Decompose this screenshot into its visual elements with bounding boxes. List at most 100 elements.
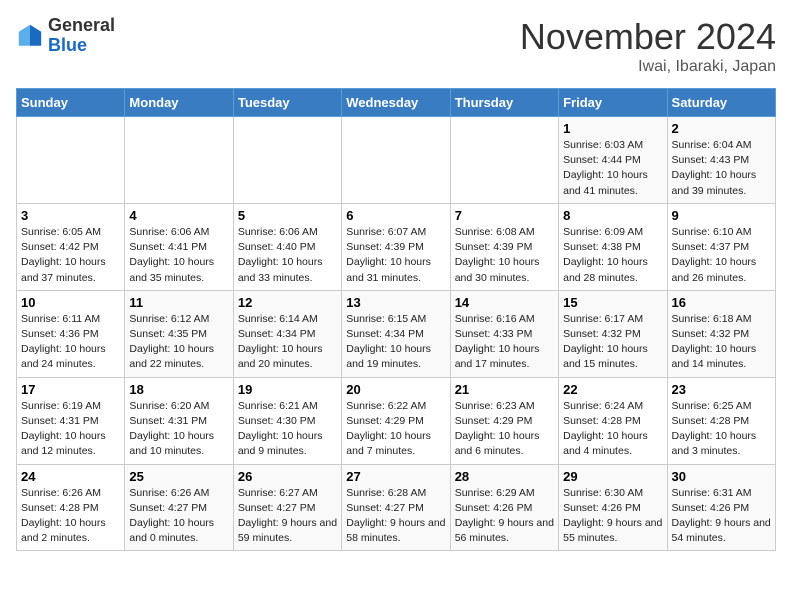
day-number: 21 — [455, 382, 554, 397]
calendar-week-5: 24Sunrise: 6:26 AM Sunset: 4:28 PM Dayli… — [17, 464, 776, 551]
calendar-week-4: 17 Sunrise: 6:19 AM Sunset: 4:31 PM Dayli… — [17, 377, 776, 464]
day-info: Sunrise: 6:29 AM Sunset: 4:26 PM Dayligh… — [455, 486, 554, 547]
calendar-cell: 13Sunrise: 6:15 AM Sunset: 4:34 PM Dayli… — [342, 290, 450, 377]
day-number: 26 — [238, 469, 337, 484]
day-info: Sunrise: 6:09 AM Sunset: 4:38 PM Dayligh… — [563, 225, 662, 286]
day-number: 18 — [129, 382, 228, 397]
calendar-cell: 15 Sunrise: 6:17 AM Sunset: 4:32 PM Dayli… — [559, 290, 667, 377]
day-info: Sunrise: 6:03 AM Sunset: 4:44 PM Dayligh… — [563, 138, 662, 199]
weekday-header-friday: Friday — [559, 89, 667, 117]
calendar-cell: 17 Sunrise: 6:19 AM Sunset: 4:31 PM Dayli… — [17, 377, 125, 464]
calendar-cell: 30 Sunrise: 6:31 AM Sunset: 4:26 PM Dayli… — [667, 464, 775, 551]
calendar-cell: 19 Sunrise: 6:21 AM Sunset: 4:30 PM Dayli… — [233, 377, 341, 464]
day-info: Sunrise: 6:28 AM Sunset: 4:27 PM Dayligh… — [346, 486, 445, 547]
day-info: Sunrise: 6:12 AM Sunset: 4:35 PM Dayligh… — [129, 312, 228, 373]
page-header: General Blue November 2024 Iwai, Ibaraki… — [16, 16, 776, 76]
day-info: Sunrise: 6:26 AM Sunset: 4:27 PM Dayligh… — [129, 486, 228, 547]
calendar-cell: 11 Sunrise: 6:12 AM Sunset: 4:35 PM Dayli… — [125, 290, 233, 377]
calendar-cell: 4 Sunrise: 6:06 AM Sunset: 4:41 PM Daylig… — [125, 203, 233, 290]
month-title: November 2024 — [520, 16, 776, 58]
day-info: Sunrise: 6:21 AM Sunset: 4:30 PM Dayligh… — [238, 399, 337, 460]
calendar-cell: 8Sunrise: 6:09 AM Sunset: 4:38 PM Daylig… — [559, 203, 667, 290]
day-info: Sunrise: 6:16 AM Sunset: 4:33 PM Dayligh… — [455, 312, 554, 373]
day-number: 7 — [455, 208, 554, 223]
calendar-body: 1Sunrise: 6:03 AM Sunset: 4:44 PM Daylig… — [17, 117, 776, 551]
day-number: 19 — [238, 382, 337, 397]
day-info: Sunrise: 6:18 AM Sunset: 4:32 PM Dayligh… — [672, 312, 771, 373]
calendar-cell: 23 Sunrise: 6:25 AM Sunset: 4:28 PM Dayli… — [667, 377, 775, 464]
calendar-cell: 26 Sunrise: 6:27 AM Sunset: 4:27 PM Dayli… — [233, 464, 341, 551]
location-title: Iwai, Ibaraki, Japan — [520, 58, 776, 76]
day-number: 5 — [238, 208, 337, 223]
day-number: 23 — [672, 382, 771, 397]
calendar-cell — [125, 117, 233, 204]
calendar-cell: 14 Sunrise: 6:16 AM Sunset: 4:33 PM Dayli… — [450, 290, 558, 377]
day-info: Sunrise: 6:26 AM Sunset: 4:28 PM Dayligh… — [21, 486, 120, 547]
calendar-cell: 18 Sunrise: 6:20 AM Sunset: 4:31 PM Dayli… — [125, 377, 233, 464]
day-info: Sunrise: 6:11 AM Sunset: 4:36 PM Dayligh… — [21, 312, 120, 373]
calendar-cell: 9 Sunrise: 6:10 AM Sunset: 4:37 PM Daylig… — [667, 203, 775, 290]
calendar-cell: 22 Sunrise: 6:24 AM Sunset: 4:28 PM Dayli… — [559, 377, 667, 464]
day-number: 9 — [672, 208, 771, 223]
day-number: 30 — [672, 469, 771, 484]
day-number: 25 — [129, 469, 228, 484]
day-info: Sunrise: 6:17 AM Sunset: 4:32 PM Dayligh… — [563, 312, 662, 373]
calendar-cell: 24Sunrise: 6:26 AM Sunset: 4:28 PM Dayli… — [17, 464, 125, 551]
calendar-cell: 16 Sunrise: 6:18 AM Sunset: 4:32 PM Dayli… — [667, 290, 775, 377]
calendar-cell: 7Sunrise: 6:08 AM Sunset: 4:39 PM Daylig… — [450, 203, 558, 290]
weekday-header-thursday: Thursday — [450, 89, 558, 117]
day-number: 14 — [455, 295, 554, 310]
weekday-header-tuesday: Tuesday — [233, 89, 341, 117]
calendar-cell: 6Sunrise: 6:07 AM Sunset: 4:39 PM Daylig… — [342, 203, 450, 290]
day-info: Sunrise: 6:06 AM Sunset: 4:40 PM Dayligh… — [238, 225, 337, 286]
day-number: 29 — [563, 469, 662, 484]
calendar-week-3: 10Sunrise: 6:11 AM Sunset: 4:36 PM Dayli… — [17, 290, 776, 377]
calendar-cell: 21Sunrise: 6:23 AM Sunset: 4:29 PM Dayli… — [450, 377, 558, 464]
calendar-cell — [450, 117, 558, 204]
calendar-week-1: 1Sunrise: 6:03 AM Sunset: 4:44 PM Daylig… — [17, 117, 776, 204]
logo-general: General — [48, 15, 115, 35]
calendar-week-2: 3 Sunrise: 6:05 AM Sunset: 4:42 PM Daylig… — [17, 203, 776, 290]
calendar-cell: 5 Sunrise: 6:06 AM Sunset: 4:40 PM Daylig… — [233, 203, 341, 290]
day-info: Sunrise: 6:05 AM Sunset: 4:42 PM Dayligh… — [21, 225, 120, 286]
day-number: 2 — [672, 121, 771, 136]
day-number: 3 — [21, 208, 120, 223]
calendar-cell: 2 Sunrise: 6:04 AM Sunset: 4:43 PM Daylig… — [667, 117, 775, 204]
calendar-cell: 12Sunrise: 6:14 AM Sunset: 4:34 PM Dayli… — [233, 290, 341, 377]
day-info: Sunrise: 6:24 AM Sunset: 4:28 PM Dayligh… — [563, 399, 662, 460]
day-number: 11 — [129, 295, 228, 310]
day-info: Sunrise: 6:10 AM Sunset: 4:37 PM Dayligh… — [672, 225, 771, 286]
calendar-cell — [17, 117, 125, 204]
day-info: Sunrise: 6:25 AM Sunset: 4:28 PM Dayligh… — [672, 399, 771, 460]
weekday-header-sunday: Sunday — [17, 89, 125, 117]
day-number: 22 — [563, 382, 662, 397]
day-info: Sunrise: 6:19 AM Sunset: 4:31 PM Dayligh… — [21, 399, 120, 460]
calendar-cell — [342, 117, 450, 204]
calendar-cell: 3 Sunrise: 6:05 AM Sunset: 4:42 PM Daylig… — [17, 203, 125, 290]
day-number: 17 — [21, 382, 120, 397]
day-number: 20 — [346, 382, 445, 397]
weekday-header-row: SundayMondayTuesdayWednesdayThursdayFrid… — [17, 89, 776, 117]
day-info: Sunrise: 6:27 AM Sunset: 4:27 PM Dayligh… — [238, 486, 337, 547]
day-number: 4 — [129, 208, 228, 223]
day-info: Sunrise: 6:07 AM Sunset: 4:39 PM Dayligh… — [346, 225, 445, 286]
day-number: 16 — [672, 295, 771, 310]
calendar-cell: 27 Sunrise: 6:28 AM Sunset: 4:27 PM Dayli… — [342, 464, 450, 551]
calendar-cell: 25 Sunrise: 6:26 AM Sunset: 4:27 PM Dayli… — [125, 464, 233, 551]
day-info: Sunrise: 6:04 AM Sunset: 4:43 PM Dayligh… — [672, 138, 771, 199]
day-number: 28 — [455, 469, 554, 484]
weekday-header-wednesday: Wednesday — [342, 89, 450, 117]
day-info: Sunrise: 6:22 AM Sunset: 4:29 PM Dayligh… — [346, 399, 445, 460]
day-number: 15 — [563, 295, 662, 310]
day-number: 27 — [346, 469, 445, 484]
day-info: Sunrise: 6:31 AM Sunset: 4:26 PM Dayligh… — [672, 486, 771, 547]
calendar-cell: 10Sunrise: 6:11 AM Sunset: 4:36 PM Dayli… — [17, 290, 125, 377]
logo: General Blue — [16, 16, 115, 56]
day-number: 12 — [238, 295, 337, 310]
day-info: Sunrise: 6:06 AM Sunset: 4:41 PM Dayligh… — [129, 225, 228, 286]
day-info: Sunrise: 6:30 AM Sunset: 4:26 PM Dayligh… — [563, 486, 662, 547]
calendar-cell: 29 Sunrise: 6:30 AM Sunset: 4:26 PM Dayli… — [559, 464, 667, 551]
day-info: Sunrise: 6:20 AM Sunset: 4:31 PM Dayligh… — [129, 399, 228, 460]
title-block: November 2024 Iwai, Ibaraki, Japan — [520, 16, 776, 76]
calendar-cell: 1Sunrise: 6:03 AM Sunset: 4:44 PM Daylig… — [559, 117, 667, 204]
